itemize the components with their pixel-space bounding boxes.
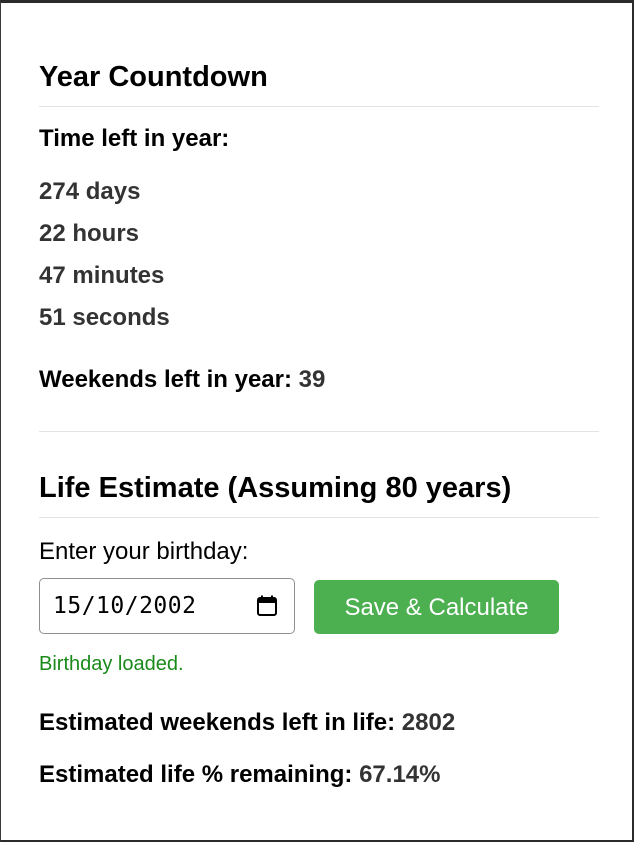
weekends-left-year: Weekends left in year: 39 xyxy=(39,366,325,394)
year-countdown-heading: Year Countdown xyxy=(39,61,268,93)
save-calculate-button[interactable]: Save & Calculate xyxy=(314,580,559,634)
estimated-weekends-label: Estimated weekends left in life: xyxy=(39,709,396,736)
minutes-left: 47 minutes xyxy=(39,262,165,289)
heading-divider xyxy=(39,517,599,518)
estimated-life-value: 67.14% xyxy=(359,761,441,788)
life-estimate-heading: Life Estimate (Assuming 80 years) xyxy=(39,472,512,504)
birthday-date-input[interactable]: 15/10/2002 xyxy=(39,578,295,634)
status-message: Birthday loaded. xyxy=(39,653,184,675)
weekends-year-value: 39 xyxy=(298,366,326,393)
popup-window: Year Countdown Time left in year: 274 da… xyxy=(0,0,634,842)
calendar-icon[interactable] xyxy=(256,595,278,617)
seconds-left: 51 seconds xyxy=(39,304,170,331)
birthday-date-value[interactable]: 15/10/2002 xyxy=(53,593,196,619)
hours-left: 22 hours xyxy=(39,220,140,247)
birthday-label: Enter your birthday: xyxy=(39,538,249,565)
heading-divider xyxy=(39,106,599,107)
weekends-year-label: Weekends left in year: xyxy=(39,366,292,393)
days-left: 274 days xyxy=(39,178,141,205)
estimated-weekends-life: Estimated weekends left in life: 2802 xyxy=(39,709,455,737)
time-left-label: Time left in year: xyxy=(39,125,230,152)
estimated-weekends-value: 2802 xyxy=(401,709,456,736)
estimated-life-remaining: Estimated life % remaining: 67.14% xyxy=(39,761,440,789)
estimated-life-label: Estimated life % remaining: xyxy=(39,761,353,788)
section-divider xyxy=(39,431,599,432)
